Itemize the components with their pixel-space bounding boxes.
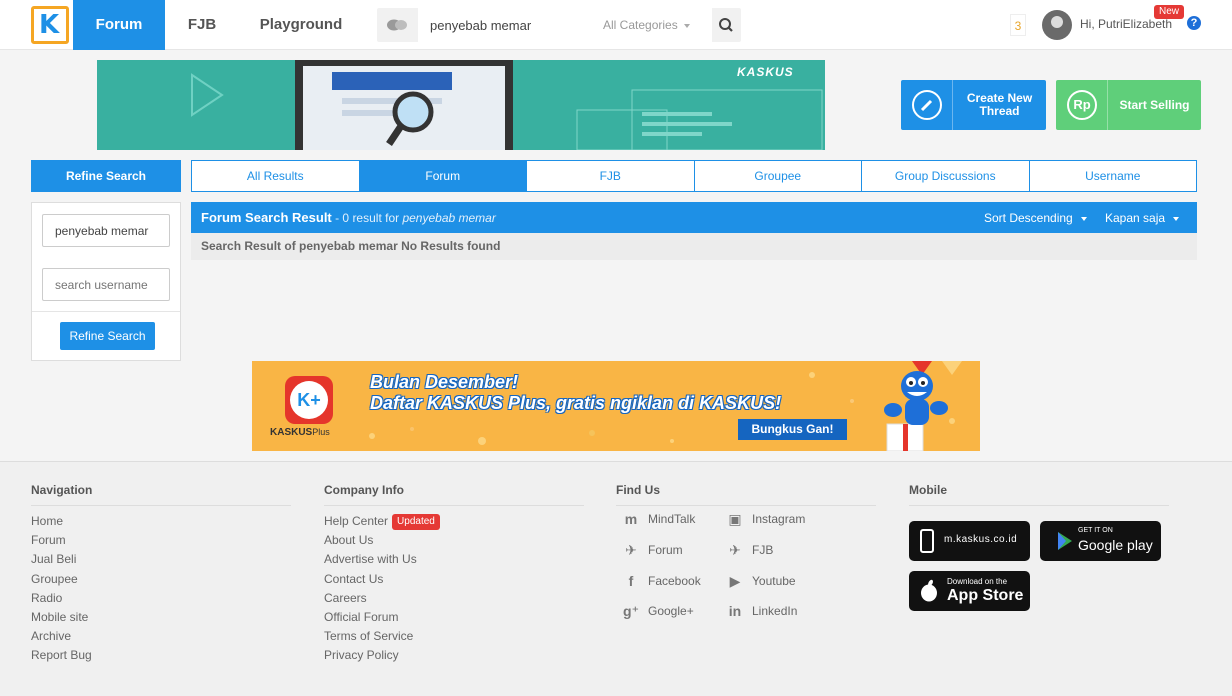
chat-bubble-icon[interactable] bbox=[387, 19, 407, 31]
nav-tab-playground[interactable]: Playground bbox=[248, 0, 354, 50]
keyword-input[interactable] bbox=[42, 214, 170, 247]
create-icon-wrap bbox=[901, 80, 953, 130]
caret-down-icon bbox=[1080, 216, 1087, 221]
tab-all-results[interactable]: All Results bbox=[191, 160, 360, 192]
twitter-icon: ✈ bbox=[729, 542, 741, 558]
tab-username[interactable]: Username bbox=[1029, 160, 1197, 192]
sell-icon-wrap: Rp bbox=[1056, 80, 1108, 130]
footer-link-mobile-site[interactable]: Mobile site bbox=[31, 608, 291, 627]
google-play-icon bbox=[1058, 532, 1072, 550]
top-banner-ad[interactable]: KASKUS bbox=[97, 60, 825, 150]
top-header: K Forum FJB Playground All Categories 3 … bbox=[0, 0, 1232, 50]
footer-nav-links: Home Forum Jual Beli Groupee Radio Mobil… bbox=[31, 512, 291, 666]
caret-down-icon bbox=[1173, 216, 1180, 221]
footer-link-radio[interactable]: Radio bbox=[31, 589, 291, 608]
banner-subheadline: Daftar KASKUS Plus, gratis ngiklan di KA… bbox=[370, 393, 782, 413]
pencil-icon bbox=[912, 90, 942, 120]
footer-company-title: Company Info bbox=[324, 483, 584, 506]
tab-forum[interactable]: Forum bbox=[359, 160, 527, 192]
footer-link-careers[interactable]: Careers bbox=[324, 589, 584, 608]
footer-link-contact-us[interactable]: Contact Us bbox=[324, 570, 584, 589]
bungkus-gan-button[interactable]: Bungkus Gan! bbox=[738, 419, 847, 440]
result-header: Forum Search Result - 0 result for penye… bbox=[191, 202, 1197, 233]
category-dropdown[interactable]: All Categories bbox=[603, 8, 690, 42]
result-title: Forum Search Result - 0 result for penye… bbox=[201, 210, 496, 225]
footer-link-advertise[interactable]: Advertise with Us bbox=[324, 550, 584, 569]
footer-findus-title: Find Us bbox=[616, 483, 876, 506]
phone-icon bbox=[920, 529, 934, 553]
refine-search-panel: Refine Search bbox=[31, 202, 181, 361]
footer-company-links: Help Center Updated About Us Advertise wi… bbox=[324, 512, 584, 666]
nav-tab-forum[interactable]: Forum bbox=[73, 0, 165, 50]
username-input[interactable] bbox=[42, 268, 170, 301]
footer-mobile: Mobile bbox=[909, 483, 1169, 506]
refine-search-title: Refine Search bbox=[31, 160, 181, 192]
mobile-site-badge[interactable]: m.kaskus.co.id bbox=[909, 521, 1030, 561]
footer-link-groupee[interactable]: Groupee bbox=[31, 570, 291, 589]
twitter-icon: ✈ bbox=[625, 542, 637, 558]
mascot-illustration bbox=[884, 371, 948, 451]
footer-mobile-title: Mobile bbox=[909, 483, 1169, 506]
googleplus-icon: g⁺ bbox=[623, 603, 639, 619]
footer-link-report-bug[interactable]: Report Bug bbox=[31, 646, 291, 665]
kaskus-plus-logo-mark: K+ bbox=[290, 381, 328, 419]
result-summary: - 0 result for penyebab memar bbox=[331, 211, 496, 225]
tab-group-discussions[interactable]: Group Discussions bbox=[862, 160, 1030, 192]
kaskus-plus-banner-ad[interactable]: K+ KASKUSPlus Bulan Desember! Daftar KAS… bbox=[252, 361, 980, 451]
updated-badge: Updated bbox=[392, 513, 440, 530]
footer-link-help-center[interactable]: Help Center Updated bbox=[324, 512, 584, 531]
footer-nav-title: Navigation bbox=[31, 483, 291, 506]
footer-link-terms[interactable]: Terms of Service bbox=[324, 627, 584, 646]
divider bbox=[32, 311, 180, 312]
banner-illustration bbox=[191, 60, 823, 150]
kaskus-plus-brand: KASKUSPlus bbox=[270, 427, 330, 438]
footer-link-home[interactable]: Home bbox=[31, 512, 291, 531]
footer-link-archive[interactable]: Archive bbox=[31, 627, 291, 646]
mindtalk-icon: m bbox=[624, 511, 638, 527]
notification-count[interactable]: 3 bbox=[1010, 14, 1026, 36]
kaskus-plus-logo: K+ bbox=[285, 376, 333, 424]
caret-down-icon bbox=[683, 23, 690, 28]
linkedin-icon: in bbox=[728, 603, 742, 619]
new-badge: New bbox=[1154, 5, 1184, 19]
banner-headline: Bulan Desember! bbox=[370, 372, 519, 392]
refine-search-button[interactable]: Refine Search bbox=[60, 322, 155, 350]
instagram-icon: ▣ bbox=[728, 511, 742, 527]
youtube-icon: ▶ bbox=[729, 573, 741, 589]
footer-link-about-us[interactable]: About Us bbox=[324, 531, 584, 550]
footer-navigation: Navigation Home Forum Jual Beli Groupee … bbox=[31, 483, 291, 666]
create-thread-label: Create New Thread bbox=[966, 91, 1033, 118]
help-icon[interactable]: ? bbox=[1187, 16, 1201, 30]
result-tabs: All Results Forum FJB Groupee Group Disc… bbox=[191, 160, 1197, 192]
start-selling-button[interactable]: Rp Start Selling bbox=[1056, 80, 1201, 130]
time-dropdown[interactable]: Kapan saja bbox=[1105, 211, 1180, 225]
apple-icon bbox=[921, 579, 937, 602]
footer: Navigation Home Forum Jual Beli Groupee … bbox=[0, 461, 1232, 696]
sort-dropdown[interactable]: Sort Descending bbox=[984, 211, 1087, 225]
rupiah-icon: Rp bbox=[1067, 90, 1097, 120]
facebook-icon: f bbox=[628, 573, 634, 589]
footer-find-us: Find Us bbox=[616, 483, 876, 506]
footer-company: Company Info Help Center Updated About Us… bbox=[324, 483, 584, 666]
search-bar: All Categories bbox=[377, 8, 741, 42]
app-store-badge[interactable]: Download on the App Store bbox=[909, 571, 1030, 611]
nav-tab-fjb[interactable]: FJB bbox=[174, 0, 230, 50]
create-new-thread-button[interactable]: Create New Thread bbox=[901, 80, 1046, 130]
google-play-badge[interactable]: GET IT ON Google play bbox=[1040, 521, 1161, 561]
footer-link-official-forum[interactable]: Official Forum bbox=[324, 608, 584, 627]
tab-fjb[interactable]: FJB bbox=[527, 160, 695, 192]
tab-groupee[interactable]: Groupee bbox=[694, 160, 862, 192]
empty-result-message: Search Result of penyebab memar No Resul… bbox=[191, 233, 1197, 260]
search-icon[interactable] bbox=[712, 8, 741, 42]
kaskus-logo[interactable]: K bbox=[31, 6, 69, 44]
user-greeting[interactable]: Hi, PutriElizabeth bbox=[1080, 17, 1172, 31]
footer-link-forum[interactable]: Forum bbox=[31, 531, 291, 550]
footer-link-privacy[interactable]: Privacy Policy bbox=[324, 646, 584, 665]
footer-link-jual-beli[interactable]: Jual Beli bbox=[31, 550, 291, 569]
start-selling-label: Start Selling bbox=[1119, 97, 1190, 112]
banner-brand: KASKUS bbox=[737, 65, 794, 79]
avatar[interactable] bbox=[1042, 10, 1072, 40]
